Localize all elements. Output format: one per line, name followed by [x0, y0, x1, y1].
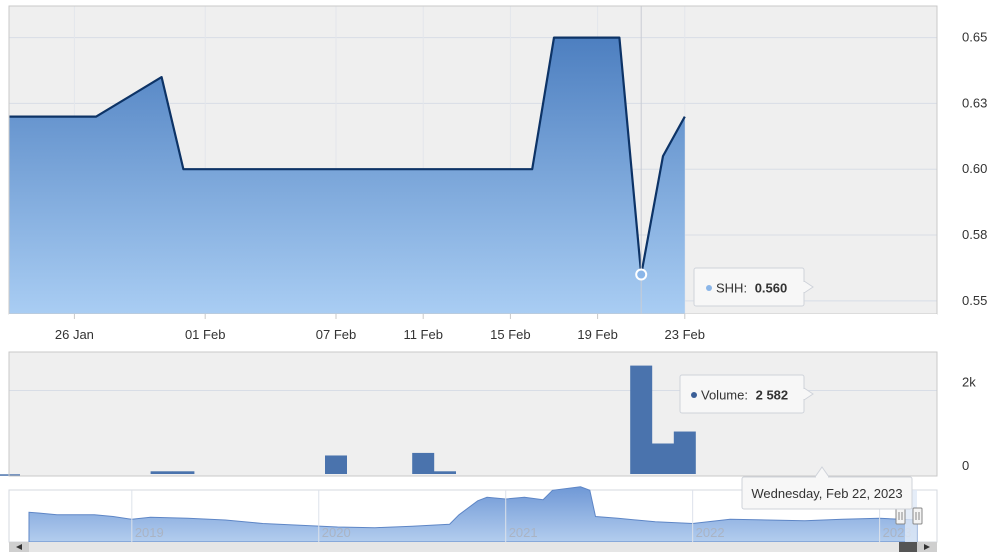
navigator-year-label: 2021: [509, 525, 538, 540]
x-tick-label: 07 Feb: [316, 327, 356, 342]
x-tick-label: 11 Feb: [403, 327, 443, 342]
price-y-tick-label: 0.58: [962, 227, 987, 242]
hover-point-marker: [635, 268, 648, 281]
price-tooltip-value: 0.560: [755, 281, 788, 296]
x-tick-label: 19 Feb: [577, 327, 617, 342]
volume-plot-area[interactable]: [9, 352, 937, 476]
svg-text:Volume: 2 582: Volume: 2 582: [701, 388, 788, 403]
crosshair-date-text: Wednesday, Feb 22, 2023: [751, 486, 902, 501]
price-tooltip-marker-icon: [706, 285, 712, 291]
x-tick-label: 01 Feb: [185, 327, 225, 342]
price-y-tick-label: 0.60: [962, 161, 987, 176]
volume-y-axis: 2k 0: [962, 374, 976, 473]
volume-y-tick-label: 2k: [962, 374, 976, 389]
stock-chart: 0.65 0.63 0.60 0.58 0.55 26 Jan 01 Feb 07 Feb 1…: [0, 5, 987, 552]
volume-bar: [172, 471, 195, 474]
scrollbar-track[interactable]: [9, 542, 937, 552]
x-tick-label: 23 Feb: [665, 327, 705, 342]
price-y-axis: 0.65 0.63 0.60 0.58 0.55: [962, 30, 987, 308]
x-tick-label: 26 Jan: [55, 327, 94, 342]
volume-tooltip: Volume: 2 582: [679, 374, 814, 414]
scrollbar[interactable]: [9, 542, 937, 552]
navigator-year-label: 2020: [322, 525, 351, 540]
volume-y-tick-label: 0: [962, 458, 969, 473]
navigator-handle-right[interactable]: [912, 507, 923, 525]
price-tooltip-label: SHH:: [716, 281, 747, 296]
price-y-tick-label: 0.63: [962, 95, 987, 110]
volume-bar: [630, 365, 653, 474]
volume-bar: [412, 452, 435, 474]
volume-tooltip-label: Volume:: [701, 388, 748, 403]
x-axis-band: [9, 314, 937, 352]
volume-bar: [673, 431, 696, 474]
volume-bar: [150, 471, 173, 474]
volume-bar: [434, 471, 456, 474]
volume-bar: [325, 455, 347, 474]
volume-tooltip-value: 2 582: [756, 388, 789, 403]
navigator-year-label: 2022: [696, 525, 725, 540]
price-y-tick-label: 0.65: [962, 30, 987, 45]
scrollbar-thumb[interactable]: [899, 542, 917, 552]
price-tooltip: SHH: 0.560: [693, 267, 814, 307]
navigator-year-label: 2019: [135, 525, 164, 540]
navigator-handle-left[interactable]: [895, 507, 906, 525]
volume-tooltip-marker-icon: [691, 392, 697, 398]
x-tick-label: 15 Feb: [490, 327, 530, 342]
price-y-tick-label: 0.55: [962, 293, 987, 308]
volume-bar: [652, 443, 674, 474]
